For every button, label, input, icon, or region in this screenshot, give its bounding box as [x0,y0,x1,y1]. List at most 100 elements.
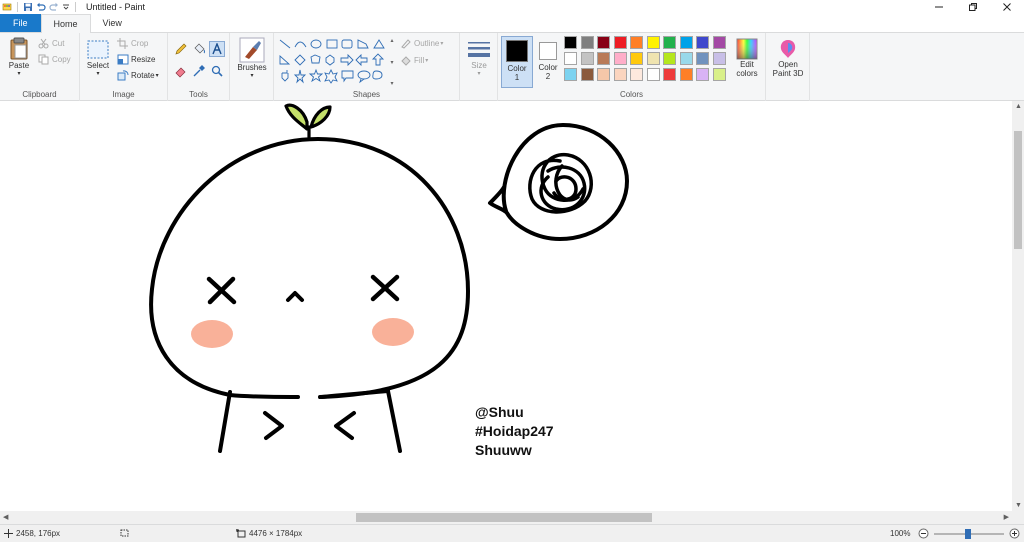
eraser-tool[interactable] [174,64,188,78]
palette-swatch[interactable] [712,68,726,81]
open-paint3d-label: Open Paint 3D [772,60,804,78]
select-button[interactable]: Select ▾ [84,39,112,79]
select-label: Select [86,61,110,70]
zoom-level-text: 100% [890,529,911,538]
tools-group: Tools [168,33,230,101]
palette-swatch[interactable] [613,36,627,49]
crop-button[interactable]: Crop [117,38,148,49]
text-line-1: @Shuu [475,404,524,420]
palette-swatch[interactable] [679,36,693,49]
zoom-slider-thumb[interactable] [965,529,971,539]
palette-swatch[interactable] [630,68,643,81]
resize-icon [117,54,129,65]
paste-button[interactable]: Paste ▾ [4,37,34,79]
color-picker-tool[interactable] [192,64,206,78]
resize-button[interactable]: Resize [117,54,155,65]
close-button[interactable] [990,0,1024,14]
fill-button[interactable]: Fill ▾ [400,55,428,66]
palette-swatch[interactable] [564,68,577,81]
palette-swatch[interactable] [646,68,660,81]
zoom-out-button[interactable] [918,528,929,539]
crop-label: Crop [131,39,149,48]
customize-toolbar-icon[interactable] [62,2,70,12]
magnifier-tool[interactable] [210,64,224,78]
palette-swatch[interactable] [564,36,577,49]
palette-swatch[interactable] [580,36,594,49]
clipboard-group-label: Clipboard [22,90,57,99]
palette-swatch[interactable] [679,68,693,81]
palette-swatch[interactable] [597,52,610,65]
palette-swatch[interactable] [679,52,693,65]
colors-group: Color 1 Color 2 Edit colors Colors [498,33,766,101]
copy-button[interactable]: Copy [38,54,71,65]
palette-swatch[interactable] [613,68,627,81]
color2-button[interactable]: Color 2 [536,36,560,88]
scroll-up-icon[interactable]: ▲ [1015,103,1022,110]
image-size-text: 4476 × 1784px [249,529,303,538]
palette-swatch[interactable] [613,52,627,65]
paint3d-icon [780,40,796,58]
canvas-area[interactable]: @Shuu #Hoidap247 Shuuww [0,101,1012,511]
magnifier-icon [211,65,223,77]
edit-colors-label: Edit colors [736,60,758,78]
scroll-right-icon[interactable]: ▶ [1004,513,1009,521]
palette-swatch[interactable] [630,52,643,65]
vertical-scroll-thumb[interactable] [1014,131,1022,249]
colors-group-label: Colors [619,90,644,99]
palette-swatch[interactable] [696,36,709,49]
edit-colors-button[interactable]: Edit colors [732,38,762,78]
pencil-tool[interactable] [174,42,188,56]
palette-swatch[interactable] [564,52,577,65]
scribble-drawing [528,153,594,214]
scroll-left-icon[interactable]: ◀ [3,513,8,521]
brushes-button[interactable]: Brushes ▾ [234,37,270,81]
shapes-gallery[interactable] [278,37,388,87]
palette-swatch[interactable] [712,36,726,49]
tab-file[interactable]: File [0,14,41,32]
rotate-button[interactable]: Rotate ▾ [117,70,159,81]
size-button[interactable]: Size ▾ [464,39,494,79]
eraser-icon [175,67,186,78]
text-line-3: Shuuww [475,442,532,458]
horizontal-scroll-thumb[interactable] [356,513,652,522]
paint-app-icon[interactable] [2,2,12,12]
nose-caret [286,291,304,302]
horizontal-scrollbar[interactable]: ◀ ▶ [0,511,1012,524]
palette-swatch[interactable] [712,52,726,65]
tab-view[interactable]: View [91,14,134,32]
status-bar: 2458, 176px 4476 × 1784px 100% [0,524,1024,542]
redo-icon[interactable] [49,2,59,12]
color1-button[interactable]: Color 1 [501,36,533,88]
palette-swatch[interactable] [663,36,676,49]
brush-icon [239,37,265,63]
minimize-button[interactable] [922,0,956,14]
palette-swatch[interactable] [597,36,610,49]
palette-swatch[interactable] [580,52,594,65]
eyedropper-icon [193,65,205,77]
palette-swatch[interactable] [696,68,709,81]
undo-icon[interactable] [36,2,46,12]
palette-swatch[interactable] [646,52,660,65]
text-tool[interactable] [209,41,225,57]
palette-swatch[interactable] [663,68,676,81]
zoom-in-button[interactable] [1009,528,1020,539]
palette-swatch[interactable] [646,36,660,49]
fill-tool[interactable] [192,42,206,56]
image-group: Select ▾ Crop Resize Rotate ▾ Image [80,33,168,101]
palette-swatch[interactable] [597,68,610,81]
save-icon[interactable] [23,2,33,12]
palette-swatch[interactable] [696,52,709,65]
palette-swatch[interactable] [663,52,676,65]
shapes-scroll[interactable]: ▴ ▾ ▾ [388,37,396,87]
open-paint3d-button[interactable]: Open Paint 3D [768,38,808,78]
cut-button[interactable]: Cut [38,38,64,49]
palette-swatch[interactable] [580,68,594,81]
tab-home[interactable]: Home [40,14,91,33]
palette-swatch[interactable] [630,36,643,49]
scroll-down-icon[interactable]: ▼ [1015,502,1022,509]
image-size: 4476 × 1784px [236,529,302,538]
select-icon [87,40,109,59]
outline-button[interactable]: Outline ▾ [400,38,443,49]
restore-button[interactable] [956,0,990,14]
vertical-scrollbar[interactable]: ▲ ▼ [1012,101,1024,511]
